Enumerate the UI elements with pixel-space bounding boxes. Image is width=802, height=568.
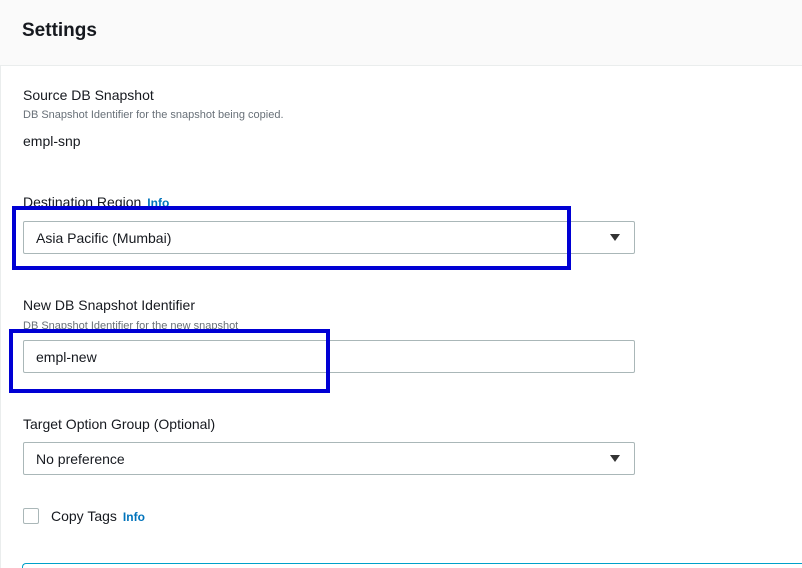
option-group-label: Target Option Group (Optional)	[23, 416, 216, 432]
panel-left-border	[0, 0, 1, 568]
caret-down-icon	[610, 234, 620, 241]
caret-down-icon	[610, 455, 620, 462]
destination-region-label-row: Destination Region Info	[23, 194, 169, 210]
option-group-selected: No preference	[36, 451, 125, 467]
destination-region-label: Destination Region	[23, 194, 142, 210]
new-snapshot-value: empl-new	[36, 349, 97, 365]
copy-tags-label-row: Copy Tags Info	[51, 508, 145, 524]
copy-tags-checkbox[interactable]	[23, 508, 39, 524]
copy-tags-info-link[interactable]: Info	[123, 510, 145, 524]
destination-region-select[interactable]: Asia Pacific (Mumbai)	[23, 221, 635, 254]
new-snapshot-input[interactable]: empl-new	[23, 340, 635, 373]
new-snapshot-label: New DB Snapshot Identifier	[23, 297, 195, 313]
destination-region-selected: Asia Pacific (Mumbai)	[36, 230, 172, 246]
panel-title: Settings	[22, 20, 97, 41]
source-snapshot-label: Source DB Snapshot	[23, 87, 154, 103]
option-group-select[interactable]: No preference	[23, 442, 635, 475]
copy-tags-label[interactable]: Copy Tags	[51, 508, 117, 524]
new-snapshot-description: DB Snapshot Identifier for the new snaps…	[23, 320, 239, 332]
source-snapshot-description: DB Snapshot Identifier for the snapshot …	[23, 109, 284, 121]
destination-region-info-link[interactable]: Info	[147, 196, 169, 210]
settings-panel-header: Settings	[0, 0, 802, 66]
source-snapshot-value: empl-snp	[23, 133, 81, 149]
next-panel-edge	[22, 563, 802, 568]
